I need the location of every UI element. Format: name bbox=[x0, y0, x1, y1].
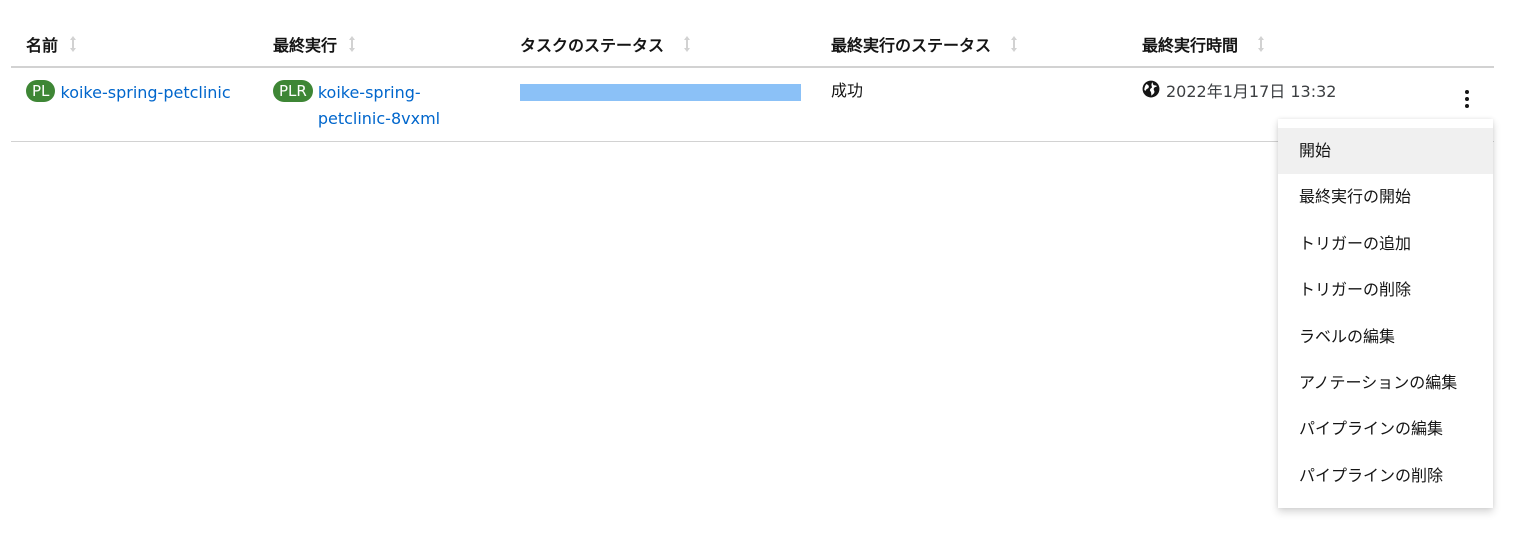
menu-item-start-last-run[interactable]: 最終実行の開始 bbox=[1278, 174, 1493, 220]
menu-item-edit-pipeline[interactable]: パイプラインの編集 bbox=[1278, 406, 1493, 452]
sort-icon bbox=[1256, 34, 1266, 54]
sort-icon bbox=[68, 34, 78, 54]
last-run-time-cell: 2022年1月17日 13:32 bbox=[1142, 80, 1336, 104]
sort-icon bbox=[682, 34, 692, 54]
header-last-run[interactable]: 最終実行 bbox=[273, 32, 357, 56]
kebab-icon[interactable] bbox=[1457, 86, 1477, 112]
header-task-status-label: タスクのステータス bbox=[520, 36, 665, 55]
header-last-run-status-label: 最終実行のステータス bbox=[831, 36, 992, 55]
last-run-cell: PLR koike-spring-petclinic-8vxml bbox=[273, 80, 448, 132]
header-name[interactable]: 名前 bbox=[26, 32, 78, 56]
table-row: PL koike-spring-petclinic PLR koike-spri… bbox=[11, 68, 1494, 142]
menu-item-start[interactable]: 開始 bbox=[1278, 128, 1493, 175]
menu-item-edit-annotations[interactable]: アノテーションの編集 bbox=[1278, 360, 1493, 406]
header-task-status[interactable]: タスクのステータス bbox=[520, 32, 692, 56]
sort-icon bbox=[347, 34, 357, 54]
task-status-bar[interactable] bbox=[520, 84, 801, 101]
header-last-run-time-label: 最終実行時間 bbox=[1142, 36, 1239, 55]
name-cell: PL koike-spring-petclinic bbox=[26, 80, 231, 106]
pipeline-name-link[interactable]: koike-spring-petclinic bbox=[61, 83, 231, 102]
header-last-run-status[interactable]: 最終実行のステータス bbox=[831, 32, 1019, 56]
task-status-bar-fill bbox=[520, 84, 801, 101]
pipeline-badge: PL bbox=[26, 80, 56, 102]
last-run-time: 2022年1月17日 13:32 bbox=[1166, 82, 1337, 101]
header-name-label: 名前 bbox=[26, 36, 59, 55]
sort-icon bbox=[1009, 34, 1019, 54]
actions-menu: 開始 最終実行の開始 トリガーの追加 トリガーの削除 ラベルの編集 アノテーショ… bbox=[1278, 119, 1493, 508]
header-last-run-label: 最終実行 bbox=[273, 36, 338, 55]
pipeline-run-badge: PLR bbox=[273, 80, 313, 102]
menu-item-remove-trigger[interactable]: トリガーの削除 bbox=[1278, 267, 1493, 313]
table-header: 名前 最終実行 タスクのステータス 最終実行のステータス 最終実行時間 bbox=[11, 18, 1494, 68]
menu-item-add-trigger[interactable]: トリガーの追加 bbox=[1278, 221, 1493, 267]
menu-item-delete-pipeline[interactable]: パイプラインの削除 bbox=[1278, 453, 1493, 499]
header-last-run-time[interactable]: 最終実行時間 bbox=[1142, 32, 1266, 56]
globe-icon bbox=[1142, 80, 1160, 104]
pipeline-run-link[interactable]: koike-spring-petclinic-8vxml bbox=[318, 80, 448, 132]
last-run-status: 成功 bbox=[831, 81, 864, 100]
menu-item-edit-labels[interactable]: ラベルの編集 bbox=[1278, 314, 1493, 360]
pipelines-page: 名前 最終実行 タスクのステータス 最終実行のステータス 最終実行時間 PL k… bbox=[0, 0, 1521, 538]
